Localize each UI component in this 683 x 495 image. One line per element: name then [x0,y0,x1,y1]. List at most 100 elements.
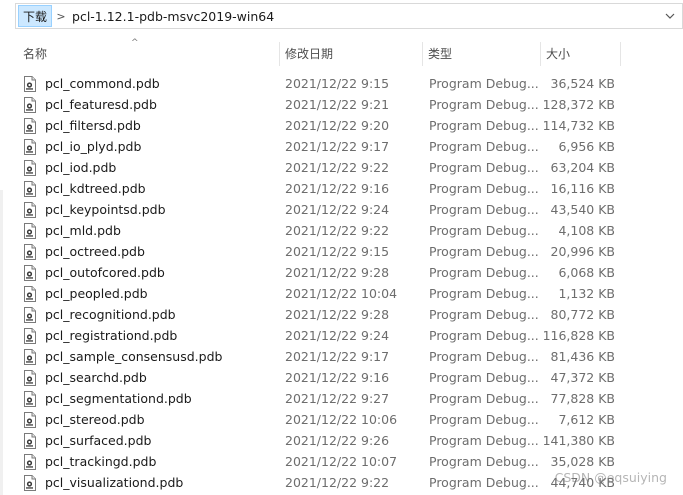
file-date: 2021/12/22 9:17 [285,349,390,364]
pdb-file-icon [23,367,39,388]
file-row[interactable]: pcl_mld.pdb 2021/12/22 9:22 Program Debu… [15,220,683,241]
pdb-file-icon [23,262,39,283]
file-date: 2021/12/22 9:17 [285,139,390,154]
file-row[interactable]: pcl_segmentationd.pdb 2021/12/22 9:27 Pr… [15,388,683,409]
file-row[interactable]: pcl_trackingd.pdb 2021/12/22 10:07 Progr… [15,451,683,472]
file-type: Program Debug... [429,202,539,217]
file-date: 2021/12/22 9:20 [285,118,390,133]
file-name: pcl_sample_consensusd.pdb [45,349,223,364]
watermark: CSDN @eqsuiying [554,470,667,485]
file-row[interactable]: pcl_registrationd.pdb 2021/12/22 9:24 Pr… [15,325,683,346]
file-row[interactable]: pcl_featuresd.pdb 2021/12/22 9:21 Progra… [15,94,683,115]
file-date: 2021/12/22 9:16 [285,370,390,385]
file-date: 2021/12/22 9:16 [285,181,390,196]
file-type: Program Debug... [429,181,539,196]
pdb-file-icon [23,178,39,199]
file-name: pcl_kdtreed.pdb [45,181,146,196]
file-size: 81,436 KB [550,349,615,364]
file-row[interactable]: pcl_surfaced.pdb 2021/12/22 9:26 Program… [15,430,683,451]
file-name: pcl_trackingd.pdb [45,454,157,469]
file-date: 2021/12/22 9:28 [285,265,390,280]
pdb-file-icon [23,220,39,241]
file-name: pcl_peopled.pdb [45,286,148,301]
file-type: Program Debug... [429,223,539,238]
file-list: pcl_commond.pdb 2021/12/22 9:15 Program … [15,73,683,493]
file-row[interactable]: pcl_filtersd.pdb 2021/12/22 9:20 Program… [15,115,683,136]
file-row[interactable]: pcl_io_plyd.pdb 2021/12/22 9:17 Program … [15,136,683,157]
pdb-file-icon [23,304,39,325]
address-dropdown-icon[interactable] [662,8,678,24]
file-name: pcl_featuresd.pdb [45,97,157,112]
file-size: 141,380 KB [542,433,615,448]
file-type: Program Debug... [429,160,539,175]
file-size: 35,028 KB [550,454,615,469]
address-bar[interactable]: 下载 > pcl-1.12.1-pdb-msvc2019-win64 [15,3,683,29]
file-row[interactable]: pcl_iod.pdb 2021/12/22 9:22 Program Debu… [15,157,683,178]
file-size: 36,524 KB [550,76,615,91]
file-name: pcl_segmentationd.pdb [45,391,192,406]
file-name: pcl_stereod.pdb [45,412,145,427]
file-size: 16,116 KB [550,181,615,196]
file-type: Program Debug... [429,412,539,427]
file-explorer-window: 下载 > pcl-1.12.1-pdb-msvc2019-win64 ^ 名称 … [0,0,683,495]
file-type: Program Debug... [429,118,539,133]
file-date: 2021/12/22 10:07 [285,454,398,469]
pdb-file-icon [23,73,39,94]
column-header-size[interactable]: 大小 [540,40,620,67]
file-size: 20,996 KB [550,244,615,259]
file-date: 2021/12/22 9:24 [285,202,390,217]
file-row[interactable]: pcl_keypointsd.pdb 2021/12/22 9:24 Progr… [15,199,683,220]
navigation-pane-edge [0,190,3,495]
pdb-file-icon [23,241,39,262]
file-date: 2021/12/22 9:21 [285,97,390,112]
file-type: Program Debug... [429,433,539,448]
file-row[interactable]: pcl_commond.pdb 2021/12/22 9:15 Program … [15,73,683,94]
file-row[interactable]: pcl_recognitiond.pdb 2021/12/22 9:28 Pro… [15,304,683,325]
file-name: pcl_surfaced.pdb [45,433,152,448]
file-size: 6,956 KB [558,139,615,154]
file-row[interactable]: pcl_octreed.pdb 2021/12/22 9:15 Program … [15,241,683,262]
file-date: 2021/12/22 9:22 [285,160,390,175]
breadcrumb-downloads[interactable]: 下载 [18,5,53,27]
breadcrumb-current-folder[interactable]: pcl-1.12.1-pdb-msvc2019-win64 [70,9,274,24]
column-divider[interactable] [620,42,621,66]
pdb-file-icon [23,157,39,178]
file-row[interactable]: pcl_kdtreed.pdb 2021/12/22 9:16 Program … [15,178,683,199]
pdb-file-icon [23,472,39,493]
file-size: 77,828 KB [550,391,615,406]
file-size: 1,132 KB [558,286,615,301]
column-header-type[interactable]: 类型 [422,40,540,67]
file-date: 2021/12/22 9:28 [285,307,390,322]
file-row[interactable]: pcl_searchd.pdb 2021/12/22 9:16 Program … [15,367,683,388]
file-row[interactable]: pcl_stereod.pdb 2021/12/22 10:06 Program… [15,409,683,430]
file-name: pcl_searchd.pdb [45,370,147,385]
pdb-file-icon [23,325,39,346]
column-header-date[interactable]: 修改日期 [279,40,422,67]
file-name: pcl_registrationd.pdb [45,328,178,343]
file-type: Program Debug... [429,454,539,469]
breadcrumb-chevron-icon[interactable]: > [52,5,70,27]
file-name: pcl_io_plyd.pdb [45,139,142,154]
file-name: pcl_mld.pdb [45,223,121,238]
file-date: 2021/12/22 9:22 [285,475,390,490]
pdb-file-icon [23,451,39,472]
file-row[interactable]: pcl_sample_consensusd.pdb 2021/12/22 9:1… [15,346,683,367]
column-header-name[interactable]: 名称 [15,40,279,67]
file-type: Program Debug... [429,328,539,343]
file-row[interactable]: pcl_peopled.pdb 2021/12/22 10:04 Program… [15,283,683,304]
file-date: 2021/12/22 9:27 [285,391,390,406]
file-name: pcl_keypointsd.pdb [45,202,166,217]
file-row[interactable]: pcl_outofcored.pdb 2021/12/22 9:28 Progr… [15,262,683,283]
file-name: pcl_filtersd.pdb [45,118,141,133]
column-header-row: 名称 修改日期 类型 大小 [15,40,683,67]
file-type: Program Debug... [429,349,539,364]
pdb-file-icon [23,283,39,304]
file-type: Program Debug... [429,76,539,91]
file-size: 80,772 KB [550,307,615,322]
file-name: pcl_commond.pdb [45,76,160,91]
file-type: Program Debug... [429,244,539,259]
file-size: 114,732 KB [542,118,615,133]
file-name: pcl_visualizationd.pdb [45,475,184,490]
file-size: 7,612 KB [558,412,615,427]
file-name: pcl_recognitiond.pdb [45,307,176,322]
